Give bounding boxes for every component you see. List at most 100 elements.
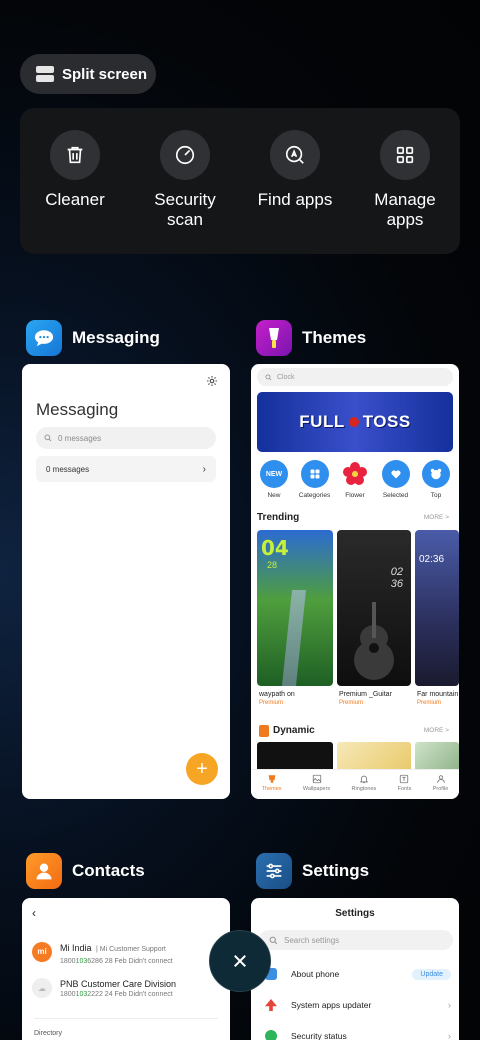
- split-screen-icon: [36, 66, 54, 82]
- trending-tile-guitar[interactable]: 02 36: [337, 530, 411, 686]
- themes-search-field[interactable]: Clock: [257, 368, 453, 386]
- banner-text-right: TOSS: [362, 412, 411, 431]
- new-message-button[interactable]: +: [186, 753, 218, 785]
- dynamic-tile-0[interactable]: [257, 742, 333, 772]
- nav-wallpapers-label: Wallpapers: [302, 786, 331, 792]
- new-icon: NEW: [260, 460, 288, 488]
- contact-number-part-a: 1800: [60, 958, 76, 965]
- grid-icon: [380, 130, 430, 180]
- settings-search-placeholder: Search settings: [284, 935, 340, 945]
- settings-row-about-phone[interactable]: About phone Update: [265, 968, 451, 980]
- dynamic-tile-1[interactable]: [337, 742, 411, 772]
- settings-title: Settings: [335, 908, 375, 919]
- themes-bottom-nav: Themes Wallpapers Ringtones Fonts Profil…: [251, 769, 459, 799]
- manage-apps-button[interactable]: Manage apps: [355, 130, 455, 254]
- messaging-search-placeholder: 0 messages: [58, 433, 102, 443]
- font-icon: [400, 774, 409, 784]
- nav-fonts[interactable]: Fonts: [398, 770, 411, 799]
- trending-tile-mountain[interactable]: 02:36: [415, 530, 459, 686]
- nav-ringtones-label: Ringtones: [351, 786, 377, 792]
- messaging-title: Messaging: [36, 400, 119, 419]
- arrow-up-icon: [265, 999, 277, 1011]
- themes-banner[interactable]: FULL TOSS: [257, 392, 453, 452]
- shield-check-icon: [265, 1030, 277, 1040]
- contact-row-mi-india[interactable]: mi Mi India | Mi Customer Support 180010…: [32, 938, 173, 965]
- category-new[interactable]: NEW New: [257, 460, 291, 499]
- themes-app-name: Themes: [302, 328, 367, 347]
- contact-row-pnb[interactable]: ☁ PNB Customer Care Division 18001032222…: [32, 978, 176, 998]
- messaging-preview-card[interactable]: Messaging 0 messages 0 messages › +: [22, 364, 230, 799]
- grid-icon: [300, 460, 329, 488]
- category-categories[interactable]: Categories: [298, 460, 332, 499]
- settings-row-label-0: About phone: [291, 969, 340, 979]
- nav-themes[interactable]: Themes: [262, 770, 282, 799]
- search-icon: [265, 373, 272, 380]
- tile-clock-sub: 28: [267, 560, 278, 570]
- guitar-icon: [354, 602, 394, 680]
- settings-header[interactable]: Settings: [256, 853, 369, 889]
- clear-all-button[interactable]: [209, 930, 271, 992]
- trending-tile-waypath[interactable]: 04 28: [257, 530, 333, 686]
- contacts-preview-card[interactable]: ‹ mi Mi India | Mi Customer Support 1800…: [22, 898, 230, 1040]
- trending-title-0: waypath on: [259, 691, 295, 698]
- dynamic-icon: [259, 725, 269, 737]
- find-apps-label: Find apps: [257, 190, 333, 209]
- contacts-app-icon: [26, 853, 62, 889]
- messaging-app-name: Messaging: [72, 328, 160, 347]
- banner-text-left: FULL: [299, 412, 345, 431]
- themes-search-placeholder: Clock: [277, 373, 295, 381]
- gear-icon[interactable]: [206, 374, 218, 392]
- nav-ringtones[interactable]: Ringtones: [351, 770, 377, 799]
- tile-path: [281, 590, 307, 686]
- split-screen-button[interactable]: Split screen: [20, 54, 156, 94]
- security-scan-button[interactable]: Security scan: [135, 130, 235, 254]
- dynamic-more-link[interactable]: MORE >: [424, 727, 449, 734]
- nav-wallpapers[interactable]: Wallpapers: [303, 770, 330, 799]
- directory-label: Directory: [34, 1030, 63, 1037]
- contact-number-part-b: 103: [75, 990, 88, 998]
- search-icon: [44, 434, 52, 442]
- settings-app-name: Settings: [302, 861, 370, 880]
- cloud-avatar-icon: ☁: [32, 978, 52, 998]
- contact-meta-0: 28 Feb Didn't connect: [104, 958, 173, 965]
- settings-app-icon: [256, 853, 292, 889]
- tile-guitar-time: 02 36: [390, 566, 403, 590]
- trending-badge-2: Premium: [417, 700, 442, 706]
- close-icon: [234, 955, 246, 967]
- trending-more-link[interactable]: MORE >: [424, 514, 449, 521]
- settings-search-field[interactable]: Search settings: [259, 930, 453, 950]
- search-icon: [269, 936, 278, 944]
- category-selected[interactable]: Selected: [379, 460, 413, 499]
- cleaner-button[interactable]: Cleaner: [25, 130, 125, 254]
- wallpaper-icon: [312, 774, 321, 784]
- find-apps-button[interactable]: Find apps: [245, 130, 345, 254]
- contact-number-part-a: 1800: [60, 990, 76, 998]
- trending-title-2: Far mountain: [417, 691, 459, 698]
- back-arrow-icon[interactable]: ‹: [32, 906, 36, 920]
- contact-tag-0: Mi Customer Support: [99, 946, 166, 953]
- settings-row-system-apps-updater[interactable]: System apps updater ›: [265, 999, 451, 1011]
- contacts-header[interactable]: Contacts: [26, 853, 145, 889]
- settings-row-label-2: Security status: [291, 1031, 347, 1040]
- settings-row-security-status[interactable]: Security status ›: [265, 1030, 451, 1040]
- nav-profile-label: Profile: [432, 786, 449, 792]
- dynamic-tile-2[interactable]: [415, 742, 459, 772]
- nav-profile[interactable]: Profile: [432, 770, 449, 799]
- themes-header[interactable]: Themes: [256, 320, 366, 356]
- category-top[interactable]: Top: [419, 460, 453, 499]
- contact-number-part-c: 6286: [87, 958, 103, 965]
- messaging-header[interactable]: Messaging: [26, 320, 160, 356]
- themes-categories: NEW New Categories Flower Selected Top: [257, 460, 453, 499]
- messaging-list-item[interactable]: 0 messages ›: [36, 456, 216, 482]
- contact-number-part-c: 2222: [87, 990, 103, 998]
- dynamic-heading: Dynamic: [273, 725, 315, 736]
- category-flower[interactable]: Flower: [338, 460, 372, 499]
- cricket-ball-icon: [348, 417, 359, 427]
- settings-preview-card[interactable]: Settings Search settings About phone Upd…: [251, 898, 459, 1040]
- update-badge[interactable]: Update: [412, 968, 451, 980]
- trending-heading: Trending: [257, 512, 300, 523]
- messaging-search-field[interactable]: 0 messages: [36, 427, 216, 449]
- themes-preview-card[interactable]: Clock FULL TOSS NEW New Categories Flowe…: [251, 364, 459, 799]
- bear-icon: [422, 460, 450, 488]
- contact-name-0: Mi India: [60, 943, 92, 953]
